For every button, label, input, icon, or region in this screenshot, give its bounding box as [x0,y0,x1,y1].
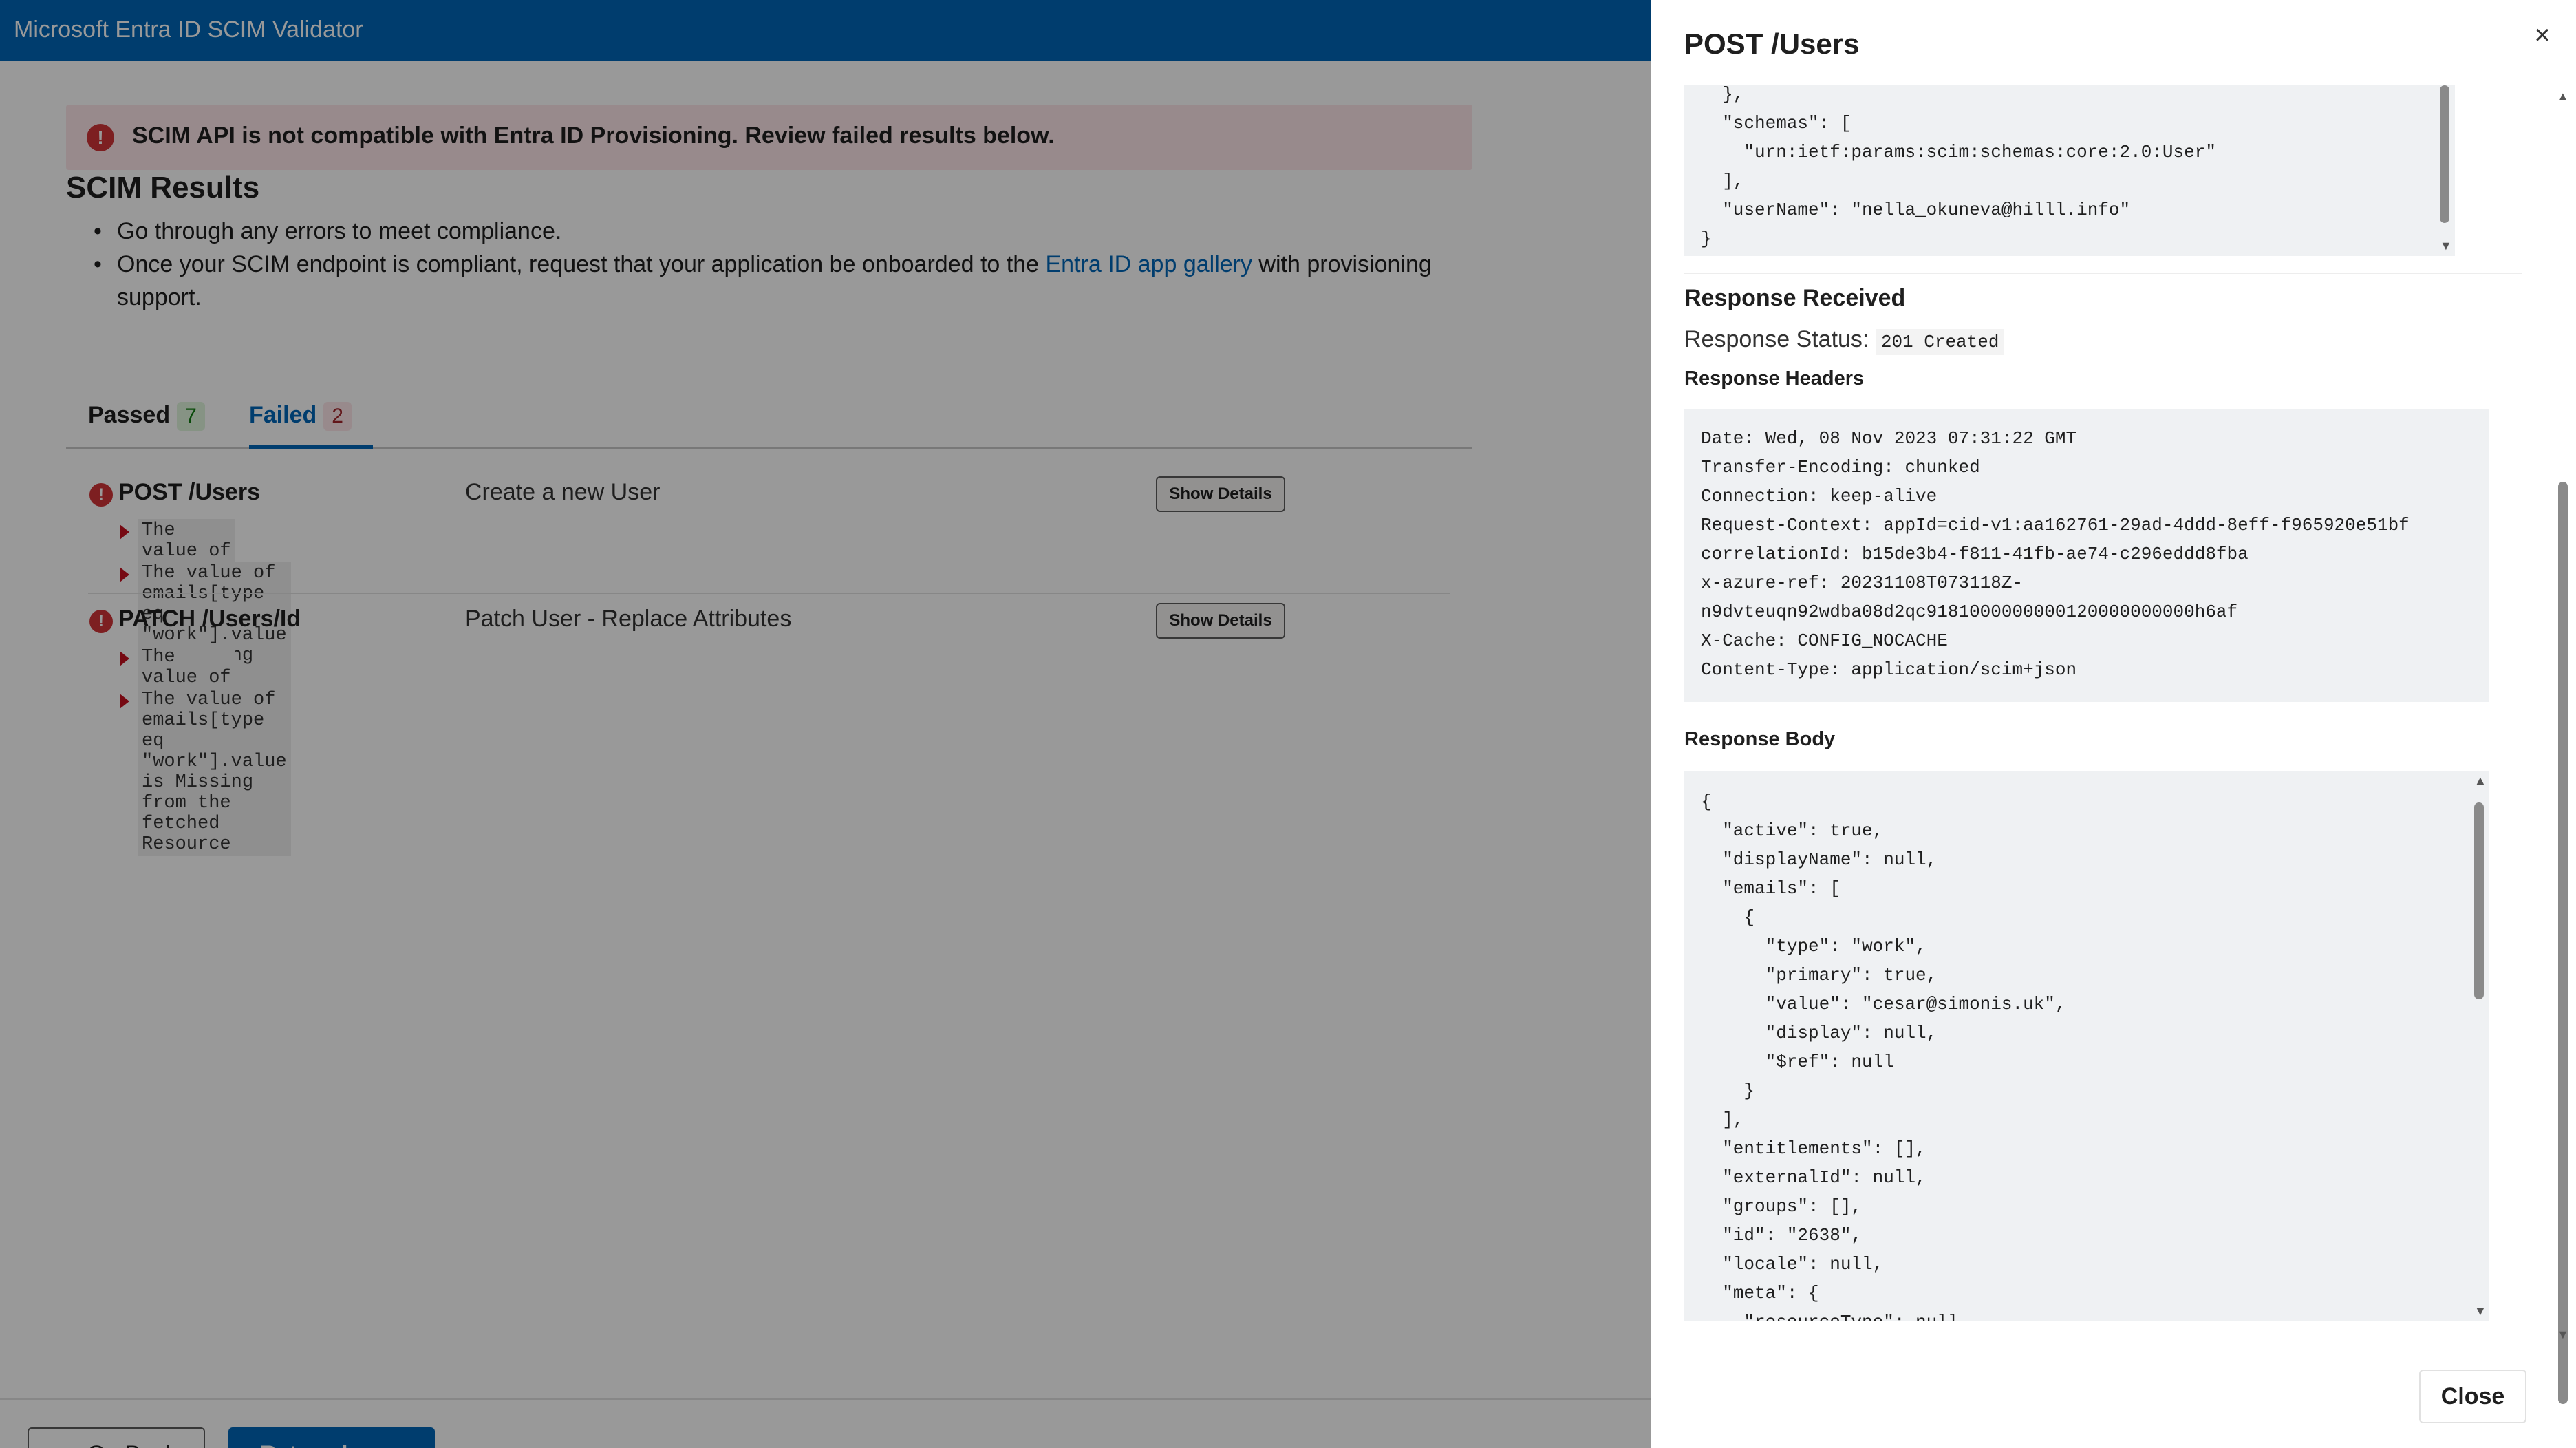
scroll-up-icon[interactable]: ▲ [2474,774,2487,788]
close-icon[interactable]: × [2525,18,2559,52]
response-body-code: { "active": true, "displayName": null, "… [1701,791,2066,1321]
response-headers-code: Date: Wed, 08 Nov 2023 07:31:22 GMT Tran… [1701,428,2409,680]
scrollbar-thumb[interactable] [2558,482,2568,1404]
request-body-block: }, "schemas": [ "urn:ietf:params:scim:sc… [1684,85,2455,256]
scroll-down-icon[interactable]: ▼ [2474,1304,2487,1319]
section-divider [1684,273,2522,274]
scroll-up-icon[interactable]: ▲ [2557,89,2569,104]
panel-scrollbar[interactable]: ▲ ▼ [2553,89,2573,1404]
details-panel: POST /Users × }, "schemas": [ "urn:ietf:… [1651,0,2576,1448]
request-body-code: }, "schemas": [ "urn:ietf:params:scim:sc… [1701,85,2216,249]
scrollbar-thumb[interactable] [2440,85,2449,223]
response-headers-heading: Response Headers [1684,368,1865,390]
response-body-heading: Response Body [1684,728,1836,750]
scrollbar-thumb[interactable] [2474,802,2484,999]
response-status: Response Status: 201 Created [1684,326,2005,355]
scroll-down-icon[interactable]: ▼ [2557,1328,2569,1342]
status-label: Response Status: [1684,326,1869,352]
panel-title: POST /Users [1684,28,1860,60]
response-headers-block: Date: Wed, 08 Nov 2023 07:31:22 GMT Tran… [1684,409,2489,702]
close-button[interactable]: Close [2419,1370,2526,1423]
response-body-scrollbar[interactable]: ▲ ▼ [2469,771,2489,1321]
scroll-down-icon[interactable]: ▼ [2440,239,2452,253]
response-received-heading: Response Received [1684,285,1906,311]
modal-backdrop[interactable] [0,0,1651,1448]
status-badge: 201 Created [1875,329,2005,355]
request-scrollbar[interactable]: ▼ [2434,85,2455,256]
response-body-block: { "active": true, "displayName": null, "… [1684,771,2489,1321]
